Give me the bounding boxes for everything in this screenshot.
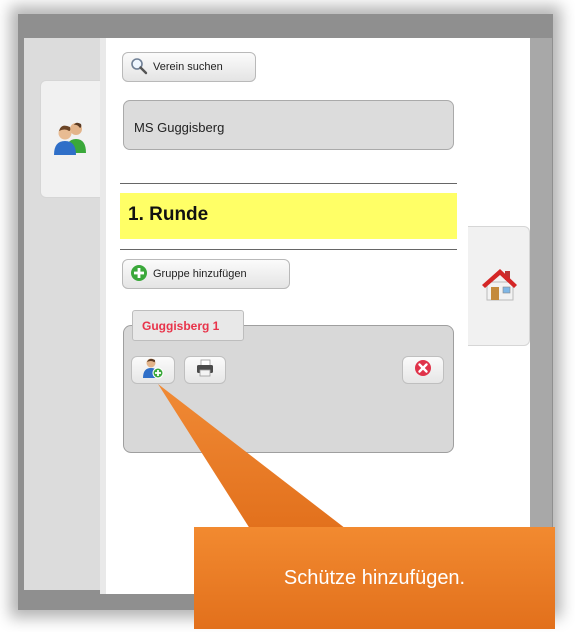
print-icon: [195, 359, 215, 382]
home-icon: [479, 264, 519, 309]
add-group-label: Gruppe hinzufügen: [153, 268, 247, 280]
add-user-icon: [142, 357, 164, 384]
search-icon: [130, 57, 148, 78]
users-icon: [53, 119, 89, 160]
group-panel: [123, 325, 454, 453]
divider: [120, 249, 457, 250]
home-tab[interactable]: [468, 226, 530, 346]
users-tab[interactable]: [40, 80, 100, 198]
callout-text: Schütze hinzufügen.: [283, 566, 466, 589]
delete-group-button[interactable]: [402, 356, 444, 384]
group-name[interactable]: Guggisberg 1: [132, 310, 244, 341]
print-button[interactable]: [184, 356, 226, 384]
add-circle-icon: [130, 264, 148, 285]
delete-icon: [414, 359, 432, 382]
divider: [120, 183, 457, 184]
add-group-button[interactable]: Gruppe hinzufügen: [122, 259, 290, 289]
search-club-button[interactable]: Verein suchen: [122, 52, 256, 82]
add-shooter-button[interactable]: [131, 356, 175, 384]
club-name-field[interactable]: MS Guggisberg: [123, 100, 454, 150]
callout-box: Schütze hinzufügen.: [194, 527, 555, 629]
round-title: 1. Runde: [120, 193, 457, 239]
right-strip: [530, 38, 552, 590]
search-club-label: Verein suchen: [153, 61, 223, 73]
